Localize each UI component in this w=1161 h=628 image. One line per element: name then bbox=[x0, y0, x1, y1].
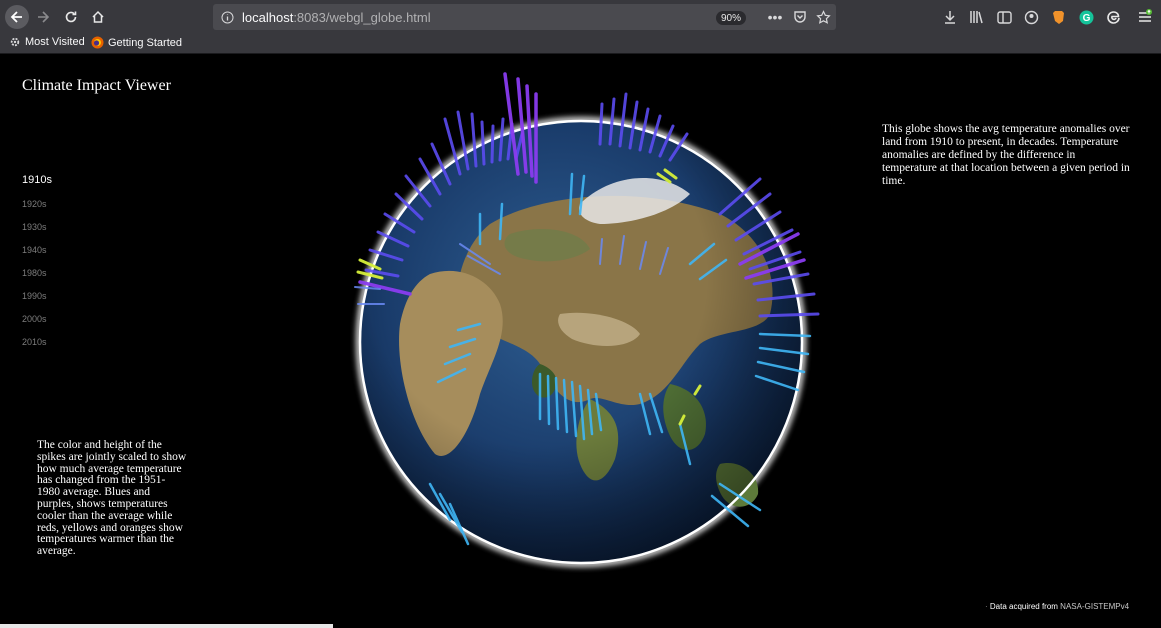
back-button[interactable] bbox=[5, 5, 29, 29]
data-source-credit: · Data acquired from NASA-GISTEMPv4 bbox=[985, 602, 1130, 611]
home-button[interactable] bbox=[86, 5, 110, 29]
bookmarks-bar: Most Visited Getting Started bbox=[0, 34, 1161, 54]
arrow-right-icon bbox=[38, 11, 50, 23]
decade-item-1940s[interactable]: 1940s bbox=[22, 245, 47, 255]
status-bar bbox=[0, 624, 333, 628]
brave-extension-icon[interactable] bbox=[1050, 9, 1066, 25]
decade-item-2010s[interactable]: 2010s bbox=[22, 337, 47, 347]
bookmark-getting-started[interactable]: Getting Started bbox=[91, 36, 182, 49]
page-actions-icon[interactable]: ••• bbox=[767, 9, 783, 25]
pocket-icon[interactable] bbox=[792, 9, 808, 25]
info-icon bbox=[221, 11, 234, 23]
decade-item-1990s[interactable]: 1990s bbox=[22, 291, 47, 301]
forward-button[interactable] bbox=[31, 5, 55, 29]
decade-item-2000s[interactable]: 2000s bbox=[22, 314, 47, 324]
grammarly-extension-icon[interactable]: G bbox=[1078, 9, 1094, 25]
decade-item-1980s[interactable]: 1980s bbox=[22, 268, 47, 278]
page-title: Climate Impact Viewer bbox=[22, 77, 171, 94]
svg-text:G: G bbox=[1082, 13, 1090, 24]
url-path: :8083/webgl_globe.html bbox=[293, 9, 431, 25]
arrow-left-icon bbox=[10, 11, 22, 23]
menu-icon[interactable] bbox=[1137, 9, 1153, 25]
reload-icon bbox=[65, 11, 77, 23]
globe-shading bbox=[361, 122, 801, 562]
downloads-icon[interactable] bbox=[942, 9, 958, 25]
decade-item-1910s[interactable]: 1910s bbox=[22, 174, 52, 186]
url-host: localhost bbox=[242, 9, 294, 25]
firefox-icon bbox=[91, 36, 104, 49]
browser-toolbar: localhost:8083/webgl_globe.html 90% ••• … bbox=[0, 0, 1161, 34]
library-icon[interactable] bbox=[968, 9, 984, 25]
account-icon[interactable] bbox=[1023, 9, 1039, 25]
bookmark-star-icon[interactable] bbox=[815, 9, 831, 25]
page-content: Climate Impact Viewer 1910s 1920s 1930s … bbox=[0, 54, 1161, 628]
globe-description: This globe shows the avg temperature ano… bbox=[882, 123, 1130, 187]
globe-svg bbox=[354, 72, 820, 567]
gear-icon bbox=[10, 37, 20, 47]
globe-canvas[interactable] bbox=[340, 64, 830, 574]
bookmark-label: Getting Started bbox=[108, 36, 182, 49]
reload-button[interactable] bbox=[59, 5, 83, 29]
home-icon bbox=[92, 10, 104, 23]
bookmark-most-visited[interactable]: Most Visited bbox=[9, 36, 85, 48]
bookmark-label: Most Visited bbox=[25, 36, 85, 48]
source-prefix: Data acquired from bbox=[989, 602, 1061, 611]
zoom-badge[interactable]: 90% bbox=[716, 11, 746, 25]
spike-legend-description: The color and height of the spikes are j… bbox=[37, 439, 187, 558]
decade-item-1930s[interactable]: 1930s bbox=[22, 222, 47, 232]
source-link[interactable]: NASA-GISTEMPv4 bbox=[1060, 602, 1129, 611]
sidebar-icon[interactable] bbox=[996, 9, 1012, 25]
edge-extension-icon[interactable] bbox=[1105, 9, 1121, 25]
decade-item-1920s[interactable]: 1920s bbox=[22, 199, 47, 209]
